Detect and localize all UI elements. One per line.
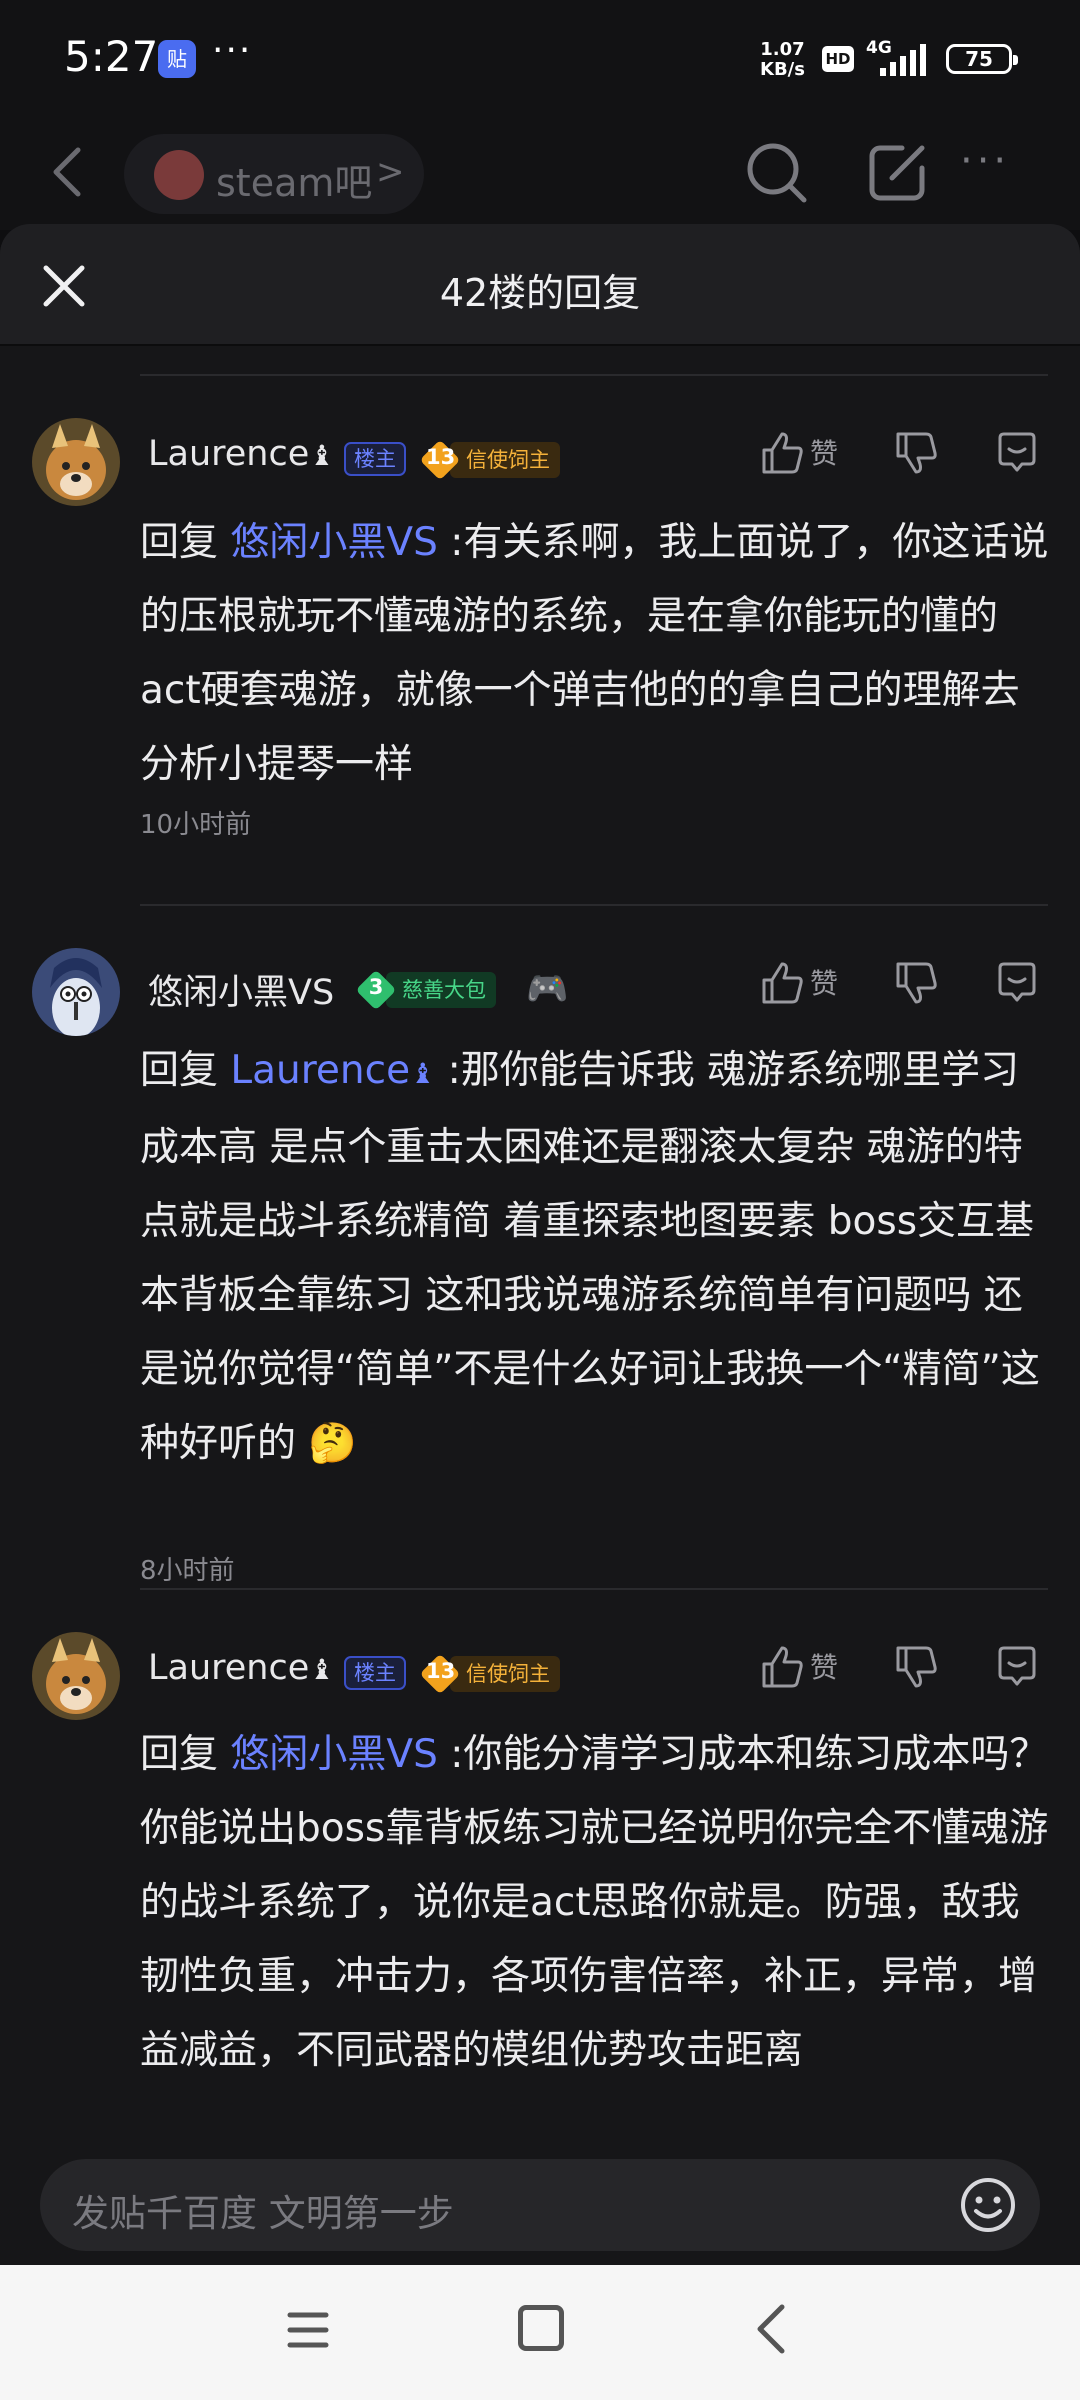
home-icon[interactable]	[518, 2305, 564, 2351]
network-speed-value: 1.07	[760, 39, 805, 60]
mention-link[interactable]: 悠闲小黑VS	[230, 1732, 437, 1777]
reply-icon[interactable]	[994, 960, 1040, 1006]
chess-piece-icon: ♝	[410, 1057, 436, 1090]
reply-icon[interactable]	[994, 430, 1040, 476]
avatar[interactable]	[32, 1632, 120, 1720]
sheet-title: 42楼的回复	[439, 271, 641, 315]
level-title: 信使饲主	[450, 1656, 560, 1692]
sheet-header: 42楼的回复	[0, 224, 1080, 346]
edit-icon[interactable]	[862, 138, 932, 208]
thumbs-up-icon[interactable]	[760, 1644, 804, 1690]
username[interactable]: Laurence♝	[148, 1648, 334, 1688]
hd-icon: HD	[822, 46, 854, 72]
signal-icon	[880, 44, 926, 76]
thumbs-down-icon[interactable]	[894, 960, 938, 1006]
forum-name: steam吧	[216, 161, 373, 205]
battery-icon: 75	[946, 44, 1018, 74]
thinking-emoji: 🤔	[308, 1421, 357, 1466]
thumbs-up-icon[interactable]	[760, 960, 804, 1006]
forum-header: steam吧 > ···	[0, 120, 1080, 230]
level-number: 3	[368, 975, 384, 999]
reply-prefix: 回复	[140, 1732, 231, 1777]
comment-item: Laurence♝ 楼主 信使饲主 13 赞 回复 悠闲小黑VS :你能分清学习…	[0, 1632, 1080, 2137]
comment-text: 回复 悠闲小黑VS :你能分清学习成本和练习成本吗？你能说出boss靠背板练习就…	[140, 1718, 1050, 2088]
recent-apps-icon[interactable]	[286, 2305, 330, 2355]
thumbs-down-icon[interactable]	[894, 430, 938, 476]
username[interactable]: Laurence♝	[148, 434, 334, 474]
more-icon[interactable]: ···	[960, 138, 1010, 184]
username-text: Laurence	[148, 1648, 310, 1688]
thumbs-down-icon[interactable]	[894, 1644, 938, 1690]
like-label[interactable]: 赞	[810, 1646, 838, 1686]
comment-time: 10小时前	[140, 810, 252, 840]
avatar[interactable]	[32, 948, 120, 1036]
network-speed-unit: KB/s	[760, 59, 805, 80]
owner-tag: 楼主	[344, 1656, 406, 1690]
chevron-right-icon: >	[376, 152, 405, 192]
back-icon[interactable]	[44, 142, 94, 202]
tieba-app-icon: 贴	[158, 40, 196, 78]
divider	[140, 904, 1048, 906]
username-text: Laurence	[148, 434, 310, 474]
owner-tag: 楼主	[344, 442, 406, 476]
chess-piece-icon: ♝	[309, 1653, 335, 1686]
chess-piece-icon: ♝	[309, 439, 335, 472]
network-speed: 1.07 KB/s	[760, 40, 805, 80]
comment-body: :那你能告诉我 魂游系统哪里学习成本高 是点个重击太困难还是翻滚太复杂 魂游的特…	[140, 1048, 1040, 1466]
comment-input[interactable]: 发贴千百度 文明第一步	[40, 2159, 1040, 2251]
level-number: 13	[426, 445, 456, 469]
system-nav-bar	[0, 2265, 1080, 2400]
mention-link[interactable]: Laurence♝	[230, 1048, 435, 1093]
avatar[interactable]	[32, 418, 120, 506]
comment-text: 回复 Laurence♝ :那你能告诉我 魂游系统哪里学习成本高 是点个重击太困…	[140, 1034, 1050, 1481]
gamepad-badge-icon: 🎮	[526, 969, 569, 1009]
status-time: 5:27	[64, 32, 159, 81]
like-label[interactable]: 赞	[810, 962, 838, 1002]
reply-prefix: 回复	[140, 520, 231, 565]
status-bar: 5:27 贴 ··· 1.07 KB/s HD 4G 75	[0, 0, 1080, 120]
level-number: 13	[426, 1659, 456, 1683]
divider	[140, 1588, 1048, 1590]
nav-back-icon[interactable]	[752, 2301, 792, 2357]
emoji-icon[interactable]	[958, 2175, 1018, 2235]
comment-body: :你能分清学习成本和练习成本吗？你能说出boss靠背板练习就已经说明你完全不懂魂…	[140, 1732, 1049, 2073]
divider	[140, 374, 1048, 376]
status-more-icon: ···	[212, 30, 253, 71]
reply-icon[interactable]	[994, 1644, 1040, 1690]
level-title: 信使饲主	[450, 442, 560, 478]
level-title: 慈善大包	[386, 972, 496, 1008]
thumbs-up-icon[interactable]	[760, 430, 804, 476]
mention-link[interactable]: 悠闲小黑VS	[230, 520, 437, 565]
steam-forum-logo	[154, 150, 204, 200]
search-icon[interactable]	[742, 138, 812, 208]
comment-text: 回复 悠闲小黑VS :有关系啊，我上面说了，你这话说的压根就玩不懂魂游的系统，是…	[140, 506, 1050, 802]
reply-sheet: 42楼的回复 Laurence♝ 楼主 信使饲主 13 赞 回复 悠闲小黑VS …	[0, 224, 1080, 2264]
reply-prefix: 回复	[140, 1048, 231, 1093]
comment-time: 8小时前	[140, 1556, 235, 1586]
input-placeholder: 发贴千百度 文明第一步	[72, 2192, 454, 2235]
username[interactable]: 悠闲小黑VS	[148, 964, 334, 1015]
like-label[interactable]: 赞	[810, 432, 838, 472]
mention-text: Laurence	[230, 1048, 411, 1093]
comment-input-area: 发贴千百度 文明第一步	[0, 2137, 1080, 2265]
forum-pill[interactable]: steam吧 >	[124, 134, 424, 214]
